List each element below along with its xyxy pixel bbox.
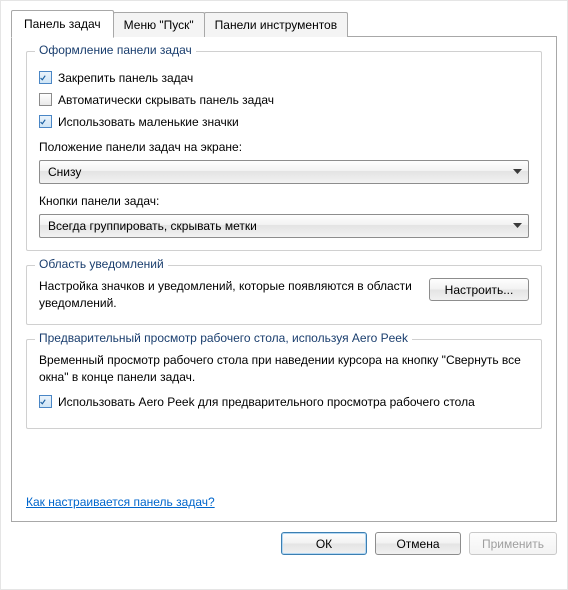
- label-lock-taskbar: Закрепить панель задач: [58, 70, 193, 86]
- checkbox-aero-peek[interactable]: [39, 395, 52, 408]
- dropdown-position-value: Снизу: [48, 165, 81, 179]
- row-lock-taskbar: Закрепить панель задач: [39, 70, 529, 86]
- checkbox-small-icons[interactable]: [39, 115, 52, 128]
- apply-button[interactable]: Применить: [469, 532, 557, 555]
- tab-toolbars[interactable]: Панели инструментов: [204, 12, 348, 37]
- label-autohide: Автоматически скрывать панель задач: [58, 92, 274, 108]
- customize-button[interactable]: Настроить...: [429, 278, 529, 301]
- peek-description: Временный просмотр рабочего стола при на…: [39, 352, 529, 386]
- check-icon: [40, 117, 46, 127]
- group-taskbar-appearance: Оформление панели задач Закрепить панель…: [26, 51, 542, 251]
- help-link[interactable]: Как настраивается панель задач?: [26, 495, 215, 509]
- row-aero-peek: Использовать Aero Peek для предварительн…: [39, 394, 529, 410]
- row-autohide: Автоматически скрывать панель задач: [39, 92, 529, 108]
- check-icon: [40, 73, 46, 83]
- dialog-button-row: ОК Отмена Применить: [11, 532, 557, 555]
- dropdown-position[interactable]: Снизу: [39, 160, 529, 184]
- label-aero-peek: Использовать Aero Peek для предварительн…: [58, 394, 475, 410]
- check-icon: [40, 397, 46, 407]
- tab-taskbar[interactable]: Панель задач: [11, 10, 114, 38]
- cancel-button[interactable]: Отмена: [375, 532, 461, 555]
- tab-start-menu[interactable]: Меню "Пуск": [113, 12, 205, 37]
- tab-page-taskbar: Оформление панели задач Закрепить панель…: [11, 36, 557, 522]
- group-notification-area: Область уведомлений Настройка значков и …: [26, 265, 542, 325]
- checkbox-autohide[interactable]: [39, 93, 52, 106]
- group-aero-peek: Предварительный просмотр рабочего стола,…: [26, 339, 542, 429]
- dropdown-buttons[interactable]: Всегда группировать, скрывать метки: [39, 214, 529, 238]
- label-buttons: Кнопки панели задач:: [39, 194, 529, 208]
- chevron-down-icon: [513, 223, 522, 229]
- tab-strip: Панель задач Меню "Пуск" Панели инструме…: [11, 9, 557, 36]
- checkbox-lock-taskbar[interactable]: [39, 71, 52, 84]
- group-legend-notify: Область уведомлений: [35, 257, 168, 271]
- dropdown-buttons-value: Всегда группировать, скрывать метки: [48, 219, 257, 233]
- ok-button[interactable]: ОК: [281, 532, 367, 555]
- notify-description: Настройка значков и уведомлений, которые…: [39, 278, 417, 312]
- label-small-icons: Использовать маленькие значки: [58, 114, 239, 130]
- taskbar-properties-dialog: Панель задач Меню "Пуск" Панели инструме…: [0, 0, 568, 590]
- chevron-down-icon: [513, 169, 522, 175]
- label-position: Положение панели задач на экране:: [39, 140, 529, 154]
- group-legend-peek: Предварительный просмотр рабочего стола,…: [35, 331, 412, 345]
- group-legend-appearance: Оформление панели задач: [35, 43, 196, 57]
- row-small-icons: Использовать маленькие значки: [39, 114, 529, 130]
